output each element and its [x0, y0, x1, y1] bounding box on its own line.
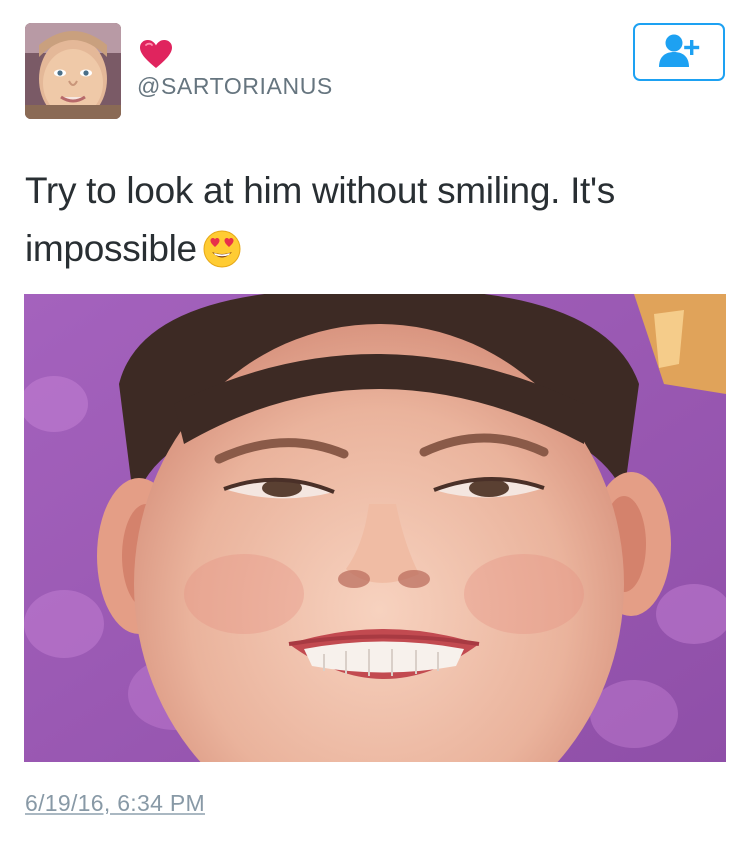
tweet-card: @SARTORIANUS Try to look at him without …: [0, 0, 750, 842]
tweet-text-content: Try to look at him without smiling. It's…: [25, 170, 615, 269]
user-handle[interactable]: @SARTORIANUS: [137, 73, 333, 100]
tweet-photo[interactable]: [24, 294, 726, 762]
tweet-header: @SARTORIANUS: [25, 23, 725, 123]
heart-icon: [139, 39, 173, 69]
add-user-icon: [657, 33, 701, 72]
follow-button[interactable]: [633, 23, 725, 81]
tweet-timestamp[interactable]: 6/19/16, 6:34 PM: [25, 790, 205, 817]
smiling-face-with-heart-eyes-icon: [203, 227, 241, 268]
tweet-text: Try to look at him without smiling. It's…: [25, 162, 705, 278]
avatar[interactable]: [25, 23, 121, 119]
